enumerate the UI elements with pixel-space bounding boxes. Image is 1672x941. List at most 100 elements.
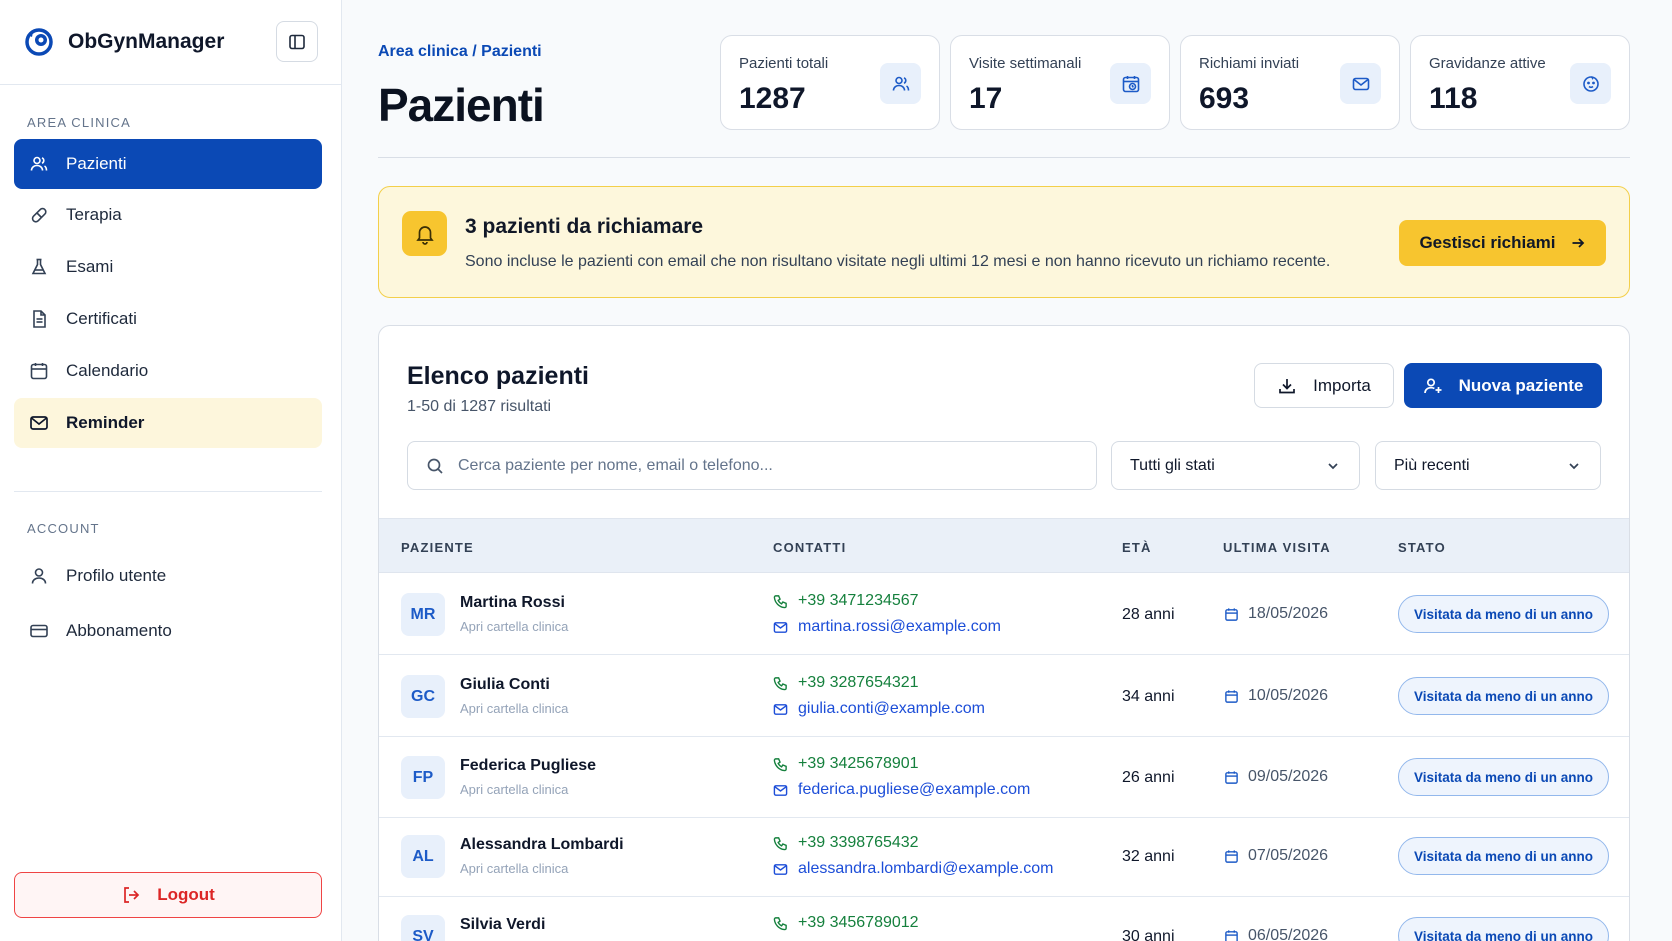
sidebar-item-label: Abbonamento bbox=[66, 621, 172, 640]
last-visit-date: 09/05/2026 bbox=[1248, 768, 1329, 785]
patient-email[interactable]: giulia.conti@example.com bbox=[773, 700, 985, 718]
table-row[interactable]: SVSilvia VerdiApri cartella clinica+39 3… bbox=[379, 896, 1629, 941]
sidebar-item-label: Profilo utente bbox=[66, 566, 167, 585]
last-visit: 10/05/2026 bbox=[1224, 687, 1328, 705]
email-value: federica.pugliese@example.com bbox=[798, 781, 1031, 798]
sidebar-item-label: Pazienti bbox=[66, 154, 127, 173]
sidebar-item-label: Esami bbox=[66, 257, 114, 276]
patient-phone[interactable]: +39 3398765432 bbox=[773, 834, 919, 852]
stat-label: Gravidanze attive bbox=[1429, 55, 1546, 72]
sidebar-toggle-button[interactable] bbox=[276, 21, 318, 62]
status-badge[interactable]: Visitata da meno di un anno bbox=[1398, 917, 1609, 941]
open-record-link[interactable]: Apri cartella clinica bbox=[460, 701, 568, 716]
patient-email[interactable]: alessandra.lombardi@example.com bbox=[773, 860, 1053, 878]
document-icon bbox=[33, 310, 46, 328]
table-row[interactable]: GC Giulia Conti Apri cartella clinica +39 3… bbox=[379, 656, 1629, 737]
patient-phone[interactable]: +39 3425678901 bbox=[773, 755, 919, 773]
mail-icon bbox=[773, 863, 788, 875]
avatar: GC bbox=[401, 675, 445, 718]
sidebar-item-profilo-utente[interactable]: Profilo utente bbox=[14, 551, 322, 601]
calendar-clock-icon bbox=[1110, 63, 1151, 104]
sort-select[interactable]: Più recenti bbox=[1375, 441, 1601, 490]
section-label-account: ACCOUNT bbox=[27, 521, 100, 536]
sidebar-item-label: Calendario bbox=[66, 361, 149, 380]
patient-phone[interactable]: +39 3471234567 bbox=[773, 592, 919, 610]
brand-header: ObGynManager bbox=[0, 0, 341, 85]
table-row[interactable]: FP Federica Pugliese Apri cartella clinica… bbox=[379, 737, 1629, 818]
stat-value: 1287 bbox=[739, 82, 806, 115]
user-plus-icon bbox=[1423, 377, 1442, 393]
open-record-link[interactable]: Apri cartella clinica bbox=[460, 861, 568, 876]
calendar-icon bbox=[1225, 849, 1238, 863]
sidebar-item-label: Terapia bbox=[66, 205, 122, 224]
patient-name[interactable]: Giulia Conti bbox=[460, 676, 550, 694]
users-icon bbox=[880, 63, 921, 104]
stat-card-pazienti-totali: Pazienti totali 1287 bbox=[720, 35, 940, 130]
users-icon bbox=[30, 156, 48, 171]
phone-icon bbox=[773, 757, 787, 771]
sidebar-item-abbonamento[interactable]: Abbonamento bbox=[14, 606, 322, 656]
stat-value: 17 bbox=[969, 82, 1003, 115]
table-row[interactable]: MR Martina Rossi Apri cartella clinica +39 … bbox=[379, 574, 1629, 655]
user-icon bbox=[31, 568, 47, 584]
patient-phone[interactable]: +39 3287654321 bbox=[773, 674, 919, 692]
column-header-eta: ETÀ bbox=[1122, 540, 1152, 555]
baby-icon bbox=[1570, 63, 1611, 104]
patient-name[interactable]: Alessandra Lombardi bbox=[460, 836, 624, 854]
app-name: ObGynManager bbox=[68, 30, 225, 53]
status-filter-select[interactable]: Tutti gli stati bbox=[1111, 441, 1360, 490]
alert-text: Sono incluse le pazienti con email che n… bbox=[465, 253, 1331, 270]
stat-card-richiami-inviati: Richiami inviati 693 bbox=[1180, 35, 1400, 130]
calendar-icon bbox=[1225, 929, 1238, 941]
manage-recalls-label: Gestisci richiami bbox=[1419, 233, 1556, 252]
sidebar: ObGynManager AREA CLINICA Pazienti Terap… bbox=[0, 0, 342, 941]
import-button[interactable]: Importa bbox=[1254, 363, 1394, 408]
patient-email[interactable]: martina.rossi@example.com bbox=[773, 618, 1001, 636]
search-input[interactable] bbox=[458, 456, 1078, 475]
phone-value: +39 3398765432 bbox=[798, 834, 919, 851]
sidebar-item-terapia[interactable]: Terapia bbox=[14, 190, 322, 240]
logout-button[interactable]: Logout bbox=[14, 872, 322, 918]
manage-recalls-button[interactable]: Gestisci richiami bbox=[1399, 220, 1606, 266]
patient-name[interactable]: Silvia Verdi bbox=[460, 916, 545, 934]
sidebar-item-reminder[interactable]: Reminder bbox=[14, 398, 322, 448]
sidebar-item-calendario[interactable]: Calendario bbox=[14, 346, 322, 396]
status-badge[interactable]: Visitata da meno di un anno bbox=[1398, 595, 1609, 633]
pill-icon bbox=[31, 207, 47, 223]
last-visit-date: 07/05/2026 bbox=[1248, 847, 1329, 864]
open-record-link[interactable]: Apri cartella clinica bbox=[460, 782, 568, 797]
last-visit: 18/05/2026 bbox=[1224, 605, 1328, 623]
status-badge[interactable]: Visitata da meno di un anno bbox=[1398, 758, 1609, 796]
email-value: giulia.conti@example.com bbox=[798, 700, 985, 717]
new-patient-button[interactable]: Nuova paziente bbox=[1404, 363, 1602, 408]
stat-label: Richiami inviati bbox=[1199, 55, 1300, 72]
section-label-area-clinica: AREA CLINICA bbox=[27, 115, 131, 130]
sort-value: Più recenti bbox=[1394, 456, 1470, 474]
patient-name[interactable]: Martina Rossi bbox=[460, 594, 565, 612]
status-badge[interactable]: Visitata da meno di un anno bbox=[1398, 837, 1609, 875]
breadcrumb[interactable]: Area clinica / Pazienti bbox=[378, 43, 542, 61]
credit-card-icon bbox=[30, 624, 48, 638]
chevron-down-icon bbox=[1328, 462, 1338, 469]
column-header-stato: STATO bbox=[1398, 540, 1446, 555]
avatar: MR bbox=[401, 593, 445, 636]
mail-icon bbox=[773, 703, 788, 715]
status-badge[interactable]: Visitata da meno di un anno bbox=[1398, 677, 1609, 715]
open-record-link[interactable]: Apri cartella clinica bbox=[460, 619, 568, 634]
patient-age: 34 anni bbox=[1122, 688, 1175, 705]
search-box[interactable] bbox=[407, 441, 1097, 490]
calendar-icon bbox=[1225, 689, 1238, 703]
table-row[interactable]: AL Alessandra Lombardi Apri cartella clini… bbox=[379, 816, 1629, 897]
patient-phone[interactable]: +39 3456789012 bbox=[773, 914, 919, 932]
sidebar-item-certificati[interactable]: Certificati bbox=[14, 294, 322, 344]
sidebar-item-pazienti[interactable]: Pazienti bbox=[14, 139, 322, 189]
phone-icon bbox=[773, 676, 787, 690]
patient-name[interactable]: Federica Pugliese bbox=[460, 757, 596, 775]
search-icon bbox=[427, 458, 443, 474]
sidebar-item-esami[interactable]: Esami bbox=[14, 242, 322, 292]
chevron-down-icon bbox=[1569, 462, 1579, 469]
phone-value: +39 3287654321 bbox=[798, 674, 919, 691]
alert-title: 3 pazienti da richiamare bbox=[465, 215, 704, 238]
patient-email[interactable]: federica.pugliese@example.com bbox=[773, 781, 1030, 799]
app-logo-icon bbox=[25, 28, 53, 56]
